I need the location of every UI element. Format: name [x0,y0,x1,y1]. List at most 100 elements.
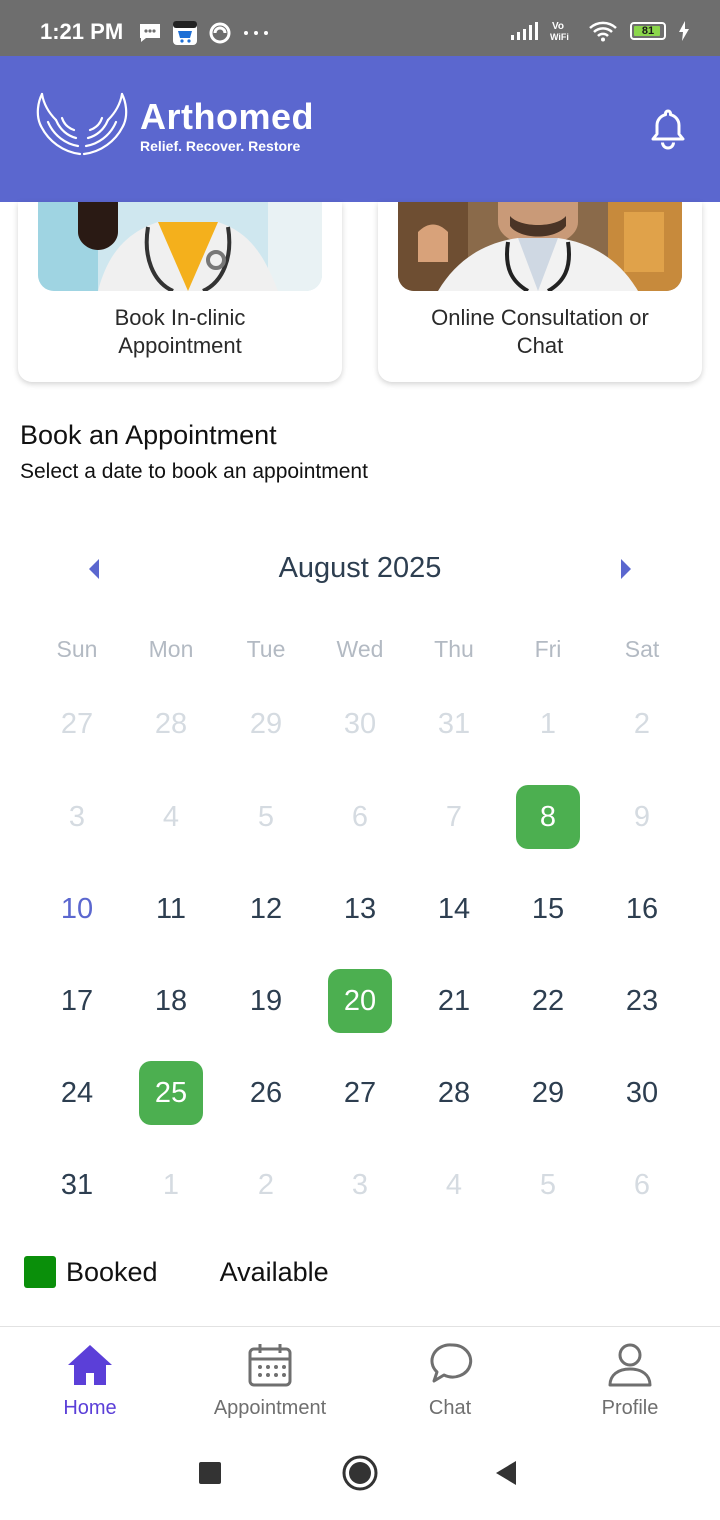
home-icon [68,1345,112,1385]
section-subtitle: Select a date to book an appointment [20,460,368,483]
weekday-wed: Wed [336,636,384,662]
calendar-day[interactable]: 30 [610,1061,674,1125]
calendar-day-booked[interactable]: 25 [139,1061,203,1125]
notifications-button[interactable] [648,108,688,155]
online-label-line1: Online Consultation or [431,305,649,330]
calendar-day[interactable]: 26 [234,1061,298,1125]
weekday-thu: Thu [434,636,474,662]
signal-icon [511,22,538,40]
system-navigation-bar [0,1425,720,1520]
calendar-day[interactable]: 11 [139,877,203,941]
back-icon[interactable] [494,1460,518,1486]
calendar-day: 6 [351,800,369,833]
in-clinic-doctor-photo [38,202,322,291]
calendar-day[interactable]: 18 [139,969,203,1033]
calendar-day: 29 [249,707,283,740]
calendar-day[interactable]: 17 [45,969,109,1033]
nav-chat-label: Chat [428,1397,472,1419]
weekday-tue: Tue [246,636,286,662]
chat-icon [430,1343,473,1383]
calendar-icon [248,1344,292,1387]
calendar-day: 5 [257,800,275,833]
nav-chat[interactable]: Chat [360,1327,540,1425]
calendar-day[interactable]: 13 [328,877,392,941]
booked-swatch [24,1256,56,1288]
calendar-day: 4 [445,1168,463,1201]
home-circle-icon[interactable] [341,1454,379,1492]
calendar-day: 1 [539,707,557,740]
calendar-day[interactable]: 12 [234,877,298,941]
calendar-day[interactable]: 15 [516,877,580,941]
weekday-fri: Fri [534,636,562,662]
calendar-day: 7 [445,800,463,833]
calendar-day-booked[interactable]: 8 [516,785,580,849]
weekday-mon: Mon [148,636,194,662]
wifi-icon [589,21,617,42]
calendar-day: 5 [539,1168,557,1201]
svg-text:Vo: Vo [552,21,564,32]
bottom-navigation: Home Appointment Chat Profile [0,1326,720,1426]
next-month-button[interactable] [616,556,636,582]
nav-appointment[interactable]: Appointment [180,1327,360,1425]
online-consultation-card[interactable]: Online Consultation or Chat [378,202,702,382]
bell-icon [651,109,685,150]
calendar-day[interactable]: 14 [422,877,486,941]
calendar-day-booked[interactable]: 20 [328,969,392,1033]
chevron-right-icon [621,559,631,579]
calendar-legend: Booked Available [24,1256,329,1288]
legend-booked-label: Booked [66,1256,158,1287]
calendar-day-today[interactable]: 10 [45,877,109,941]
more-icon [244,31,268,35]
brand-name: Arthomed [140,96,314,137]
calendar-day[interactable]: 21 [422,969,486,1033]
calendar-day: 28 [154,707,188,740]
calendar-day: 9 [633,800,651,833]
calendar-month-title: August 2025 [278,552,442,584]
calendar-day[interactable]: 24 [45,1061,109,1125]
legend-available-label: Available [219,1256,329,1287]
calendar-day: 30 [343,707,377,740]
message-icon [140,24,160,42]
calendar-day[interactable]: 31 [45,1153,109,1217]
book-in-clinic-card[interactable]: Book In-clinic Appointment [18,202,342,382]
in-clinic-label-line2: Appointment [118,333,242,358]
calendar-day: 27 [60,707,94,740]
online-label-line2: Chat [516,333,564,358]
nav-profile[interactable]: Profile [540,1327,720,1425]
calendar-day[interactable]: 29 [516,1061,580,1125]
calendar-day: 2 [257,1168,275,1201]
recents-icon[interactable] [198,1461,222,1485]
calendar-day[interactable]: 23 [610,969,674,1033]
svg-text:WiFi: WiFi [550,32,569,42]
calendar-day: 1 [162,1168,180,1201]
battery-level: 81 [641,25,655,37]
in-clinic-label-line1: Book In-clinic [114,305,246,330]
calendar-day: 2 [633,707,651,740]
calendar-day: 3 [351,1168,369,1201]
brand-tagline: Relief. Recover. Restore [140,138,301,154]
calendar-day[interactable]: 22 [516,969,580,1033]
calendar-day: 4 [162,800,180,833]
app-logo: Arthomed Relief. Recover. Restore [34,90,314,162]
vpn-icon [209,22,231,44]
nav-appointment-label: Appointment [213,1397,327,1419]
vowifi-icon: VoWiFi [550,21,569,42]
nav-home-label: Home [63,1397,117,1419]
amazon-icon [173,21,197,45]
status-time: 1:21 PM [40,19,124,44]
calendar-day[interactable]: 19 [234,969,298,1033]
wings-logo-icon [36,92,128,156]
calendar-header: August 2025 [0,548,720,592]
charging-icon [679,21,689,41]
weekday-sat: Sat [624,636,660,662]
section-title: Book an Appointment [20,420,277,450]
status-bar: 1:21 PM Vo WiFi 81 [0,0,720,56]
weekday-sun: Sun [56,636,98,662]
nav-home[interactable]: Home [0,1327,180,1425]
calendar-day[interactable]: 16 [610,877,674,941]
calendar-day[interactable]: 27 [328,1061,392,1125]
app-header: Arthomed Relief. Recover. Restore [0,56,720,202]
online-doctor-photo [398,202,682,291]
calendar-day[interactable]: 28 [422,1061,486,1125]
calendar-day: 3 [68,800,86,833]
